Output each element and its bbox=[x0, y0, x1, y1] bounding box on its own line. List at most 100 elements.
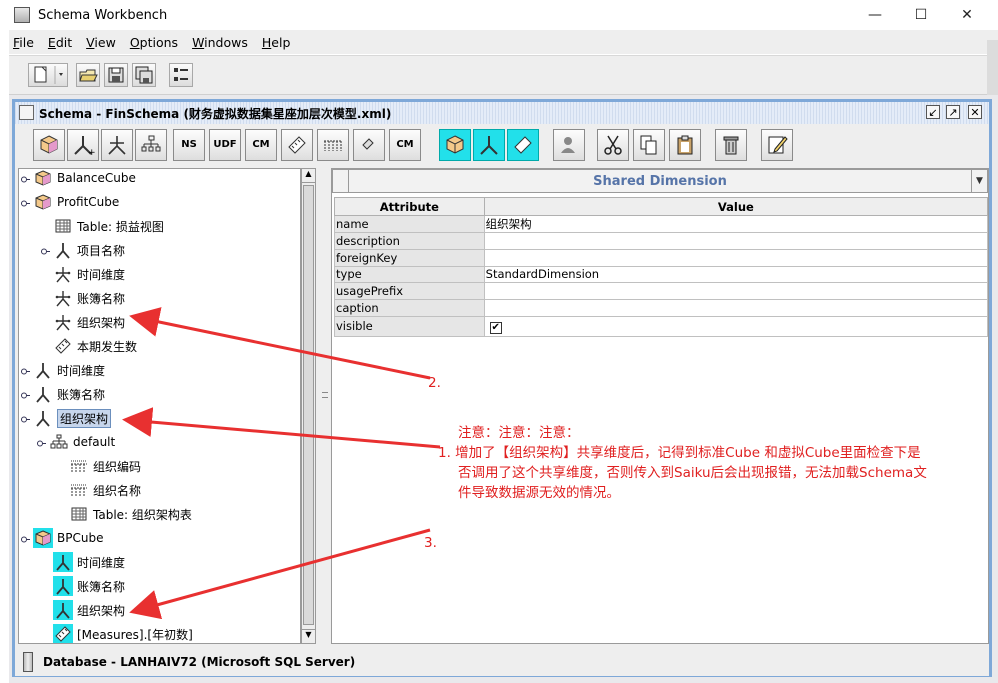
property-value[interactable] bbox=[483, 282, 989, 301]
tree-expand-handle-icon[interactable] bbox=[21, 533, 30, 543]
tree-node[interactable]: BPCube bbox=[21, 527, 103, 549]
virtual-dimension-icon bbox=[480, 136, 498, 155]
add-calculated-member-button[interactable]: CM bbox=[245, 129, 277, 161]
property-value[interactable]: StandardDimension bbox=[483, 265, 989, 284]
visible-checkbox[interactable]: ✔ bbox=[489, 321, 502, 334]
attribute-column-header[interactable]: Attribute bbox=[334, 197, 485, 216]
tree-node[interactable]: 组织编码 bbox=[69, 455, 141, 477]
value-column-header[interactable]: Value bbox=[483, 197, 989, 216]
preferences-button[interactable] bbox=[169, 63, 193, 87]
folder-open-icon bbox=[79, 69, 98, 82]
tree-expand-handle-icon[interactable] bbox=[21, 413, 30, 423]
minimize-button[interactable]: — bbox=[852, 0, 898, 30]
add-property-button[interactable] bbox=[353, 129, 385, 161]
delete-button[interactable] bbox=[715, 129, 747, 161]
add-named-set-button[interactable]: NS bbox=[173, 129, 205, 161]
add-udf-button[interactable]: UDF bbox=[209, 129, 241, 161]
add-dimension-button[interactable]: + bbox=[67, 129, 99, 161]
tree-node[interactable]: BalanceCube bbox=[21, 169, 136, 189]
new-dropdown-button[interactable] bbox=[28, 63, 68, 87]
tree-node[interactable]: 时间维度 bbox=[53, 263, 125, 285]
add-virtual-cube-button[interactable] bbox=[439, 129, 471, 161]
property-value[interactable]: ✔ bbox=[483, 315, 989, 337]
tree-node[interactable]: 时间维度 bbox=[53, 551, 125, 573]
maximize-button[interactable]: ☐ bbox=[898, 0, 944, 30]
tree-expand-handle-icon[interactable] bbox=[37, 437, 46, 447]
cut-button[interactable] bbox=[597, 129, 629, 161]
tree-expand-handle-icon[interactable] bbox=[41, 245, 50, 255]
dimension-usage-add-icon bbox=[108, 136, 126, 155]
property-value[interactable] bbox=[483, 248, 989, 267]
copy-button[interactable] bbox=[633, 129, 665, 161]
tree-node[interactable]: 本期发生数 bbox=[53, 335, 137, 357]
add-virtual-measure-button[interactable] bbox=[507, 129, 539, 161]
udf-label: UDF bbox=[213, 139, 237, 150]
add-virtual-dimension-button[interactable] bbox=[473, 129, 505, 161]
add-dimension-usage-button[interactable] bbox=[101, 129, 133, 161]
dimension-usage-icon-wrap bbox=[53, 312, 73, 332]
save-as-button[interactable] bbox=[132, 63, 156, 87]
tree-node[interactable]: [Measures].[年初数] bbox=[53, 623, 193, 643]
open-button[interactable] bbox=[76, 63, 100, 87]
tree-node[interactable]: 项目名称 bbox=[41, 239, 125, 261]
add-hierarchy-button[interactable] bbox=[135, 129, 167, 161]
tree-node-label: 本期发生数 bbox=[77, 339, 138, 354]
tree-expand-handle-icon[interactable] bbox=[21, 173, 30, 183]
combo-left-cap bbox=[333, 170, 349, 192]
scroll-up-arrow[interactable]: ▲ bbox=[302, 169, 315, 183]
tree-expand-handle-icon[interactable] bbox=[21, 197, 30, 207]
property-value[interactable] bbox=[483, 232, 989, 250]
menu-item-options[interactable]: Options bbox=[130, 35, 178, 50]
tree-node[interactable]: 账簿名称 bbox=[53, 575, 125, 597]
add-measure-button[interactable] bbox=[281, 129, 313, 161]
tree-node-label: 组织架构 bbox=[57, 408, 112, 428]
menu-item-edit[interactable]: Edit bbox=[48, 35, 72, 50]
menu-item-help[interactable]: Help bbox=[262, 35, 291, 50]
tree-node[interactable]: 组织名称 bbox=[69, 479, 141, 501]
tree-node-label: ProfitCube bbox=[57, 195, 120, 209]
frame-maximize-button[interactable]: ↗ bbox=[946, 105, 960, 119]
menu-label: iew bbox=[94, 34, 116, 50]
add-cube-button[interactable] bbox=[33, 129, 65, 161]
tree-node[interactable]: Table: 损益视图 bbox=[53, 215, 164, 237]
tree-expand-handle-icon[interactable] bbox=[21, 365, 30, 375]
tree-node[interactable]: 组织架构 bbox=[21, 407, 112, 429]
element-type-combo[interactable]: Shared Dimension ▼ bbox=[332, 169, 988, 193]
tree-node[interactable]: 时间维度 bbox=[21, 359, 105, 381]
floppy-save-icon bbox=[108, 67, 124, 83]
frame-iconify-button[interactable]: ↙ bbox=[926, 105, 940, 119]
menu-bar: File Edit View Options Windows Help bbox=[9, 30, 998, 54]
tree-expand-handle-icon[interactable] bbox=[21, 389, 30, 399]
scroll-down-arrow[interactable]: ▼ bbox=[302, 629, 315, 643]
add-level-button[interactable] bbox=[317, 129, 349, 161]
tree-node[interactable]: 账簿名称 bbox=[21, 383, 105, 405]
tree-node[interactable]: 组织架构 bbox=[53, 311, 125, 333]
menu-item-file[interactable]: File bbox=[13, 35, 34, 50]
frame-close-button[interactable]: ✕ bbox=[968, 105, 982, 119]
dimension-icon bbox=[36, 411, 50, 427]
save-button[interactable] bbox=[104, 63, 128, 87]
scroll-thumb[interactable] bbox=[303, 185, 314, 625]
tree-node[interactable]: default bbox=[37, 431, 115, 453]
tree-node[interactable]: ProfitCube bbox=[21, 191, 120, 213]
add-role-button[interactable] bbox=[553, 129, 585, 161]
list-settings-icon bbox=[174, 68, 188, 81]
split-pane-divider[interactable] bbox=[320, 168, 330, 644]
schema-frame-titlebar[interactable]: Schema - FinSchema (财务虚拟数据集星座加层次模型.xml) … bbox=[15, 102, 989, 124]
add-calculated-member-property-button[interactable]: CM bbox=[389, 129, 421, 161]
property-value[interactable] bbox=[483, 299, 989, 317]
schema-tree[interactable]: BalanceCube ProfitCube Table: 损益视图 项目名称 时间维度… bbox=[18, 168, 301, 644]
menu-item-windows[interactable]: Windows bbox=[192, 35, 248, 50]
tree-node[interactable]: Table: 组织架构表 bbox=[69, 503, 192, 525]
chevron-down-icon[interactable]: ▼ bbox=[971, 170, 987, 192]
paste-button[interactable] bbox=[669, 129, 701, 161]
menu-item-view[interactable]: View bbox=[86, 35, 116, 50]
edit-mode-button[interactable] bbox=[761, 129, 793, 161]
close-button[interactable]: ✕ bbox=[944, 0, 990, 30]
tree-node[interactable]: 账簿名称 bbox=[53, 287, 125, 309]
dimension-usage-icon bbox=[55, 315, 71, 331]
property-value[interactable]: 组织架构 bbox=[483, 215, 989, 233]
tree-node[interactable]: 组织架构 bbox=[53, 599, 125, 621]
tree-scrollbar[interactable]: ▲ ▼ bbox=[301, 168, 316, 644]
schema-frame-title: Schema - FinSchema (财务虚拟数据集星座加层次模型.xml) bbox=[39, 106, 392, 121]
